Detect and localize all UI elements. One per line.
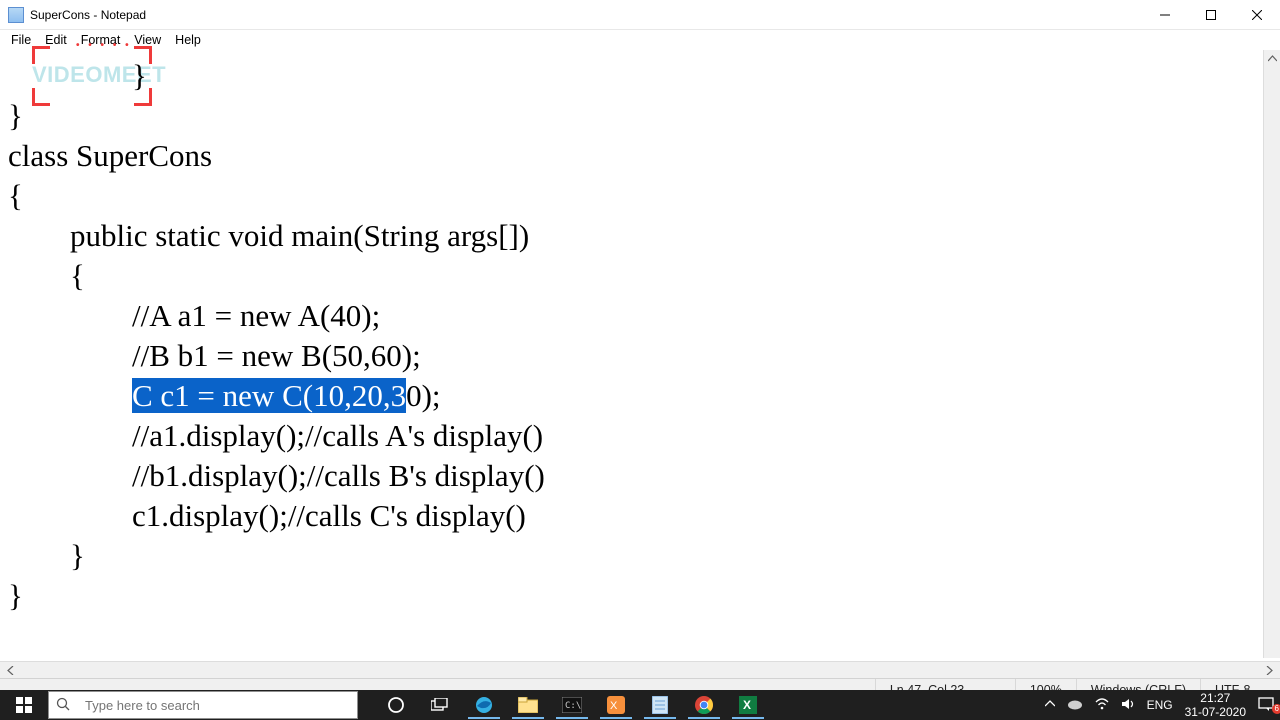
excel-app-icon[interactable]: X <box>726 690 770 720</box>
scroll-right-icon[interactable] <box>1261 663 1278 678</box>
tray-wifi-icon[interactable] <box>1089 698 1115 713</box>
scroll-left-icon[interactable] <box>2 663 19 678</box>
task-view-icon[interactable] <box>418 690 462 720</box>
terminal-app-icon[interactable]: C:\ <box>550 690 594 720</box>
menu-format[interactable]: Format <box>74 30 128 50</box>
system-tray: ENG 21:27 31-07-2020 6 <box>1039 690 1280 720</box>
menu-edit[interactable]: Edit <box>38 30 74 50</box>
search-input[interactable] <box>77 698 357 713</box>
edge-app-icon[interactable] <box>462 690 506 720</box>
maximize-button[interactable] <box>1188 0 1234 29</box>
tray-clock[interactable]: 21:27 31-07-2020 <box>1179 691 1252 719</box>
cortana-icon[interactable] <box>374 690 418 720</box>
notification-badge: 6 <box>1272 704 1280 714</box>
app-icon <box>8 7 24 23</box>
search-icon <box>49 697 77 714</box>
action-center-icon[interactable]: 6 <box>1252 697 1280 714</box>
taskbar: C:\ X X ENG 21:27 31-07-2020 6 <box>0 690 1280 720</box>
svg-text:C:\: C:\ <box>565 701 581 711</box>
tray-date: 31-07-2020 <box>1185 705 1246 719</box>
taskbar-apps: C:\ X X <box>374 690 770 720</box>
selection-highlight: C c1 = new C(10,20,3 <box>132 378 406 413</box>
svg-text:X: X <box>610 700 618 712</box>
close-button[interactable] <box>1234 0 1280 29</box>
notepad-app-icon[interactable] <box>638 690 682 720</box>
explorer-app-icon[interactable] <box>506 690 550 720</box>
window-title: SuperCons - Notepad <box>30 8 146 22</box>
tray-chevron-icon[interactable] <box>1039 698 1061 712</box>
minimize-button[interactable] <box>1142 0 1188 29</box>
horizontal-scrollbar[interactable] <box>0 661 1280 678</box>
tray-time: 21:27 <box>1185 691 1246 705</box>
text-editor[interactable]: } } class SuperCons { public static void… <box>0 50 1280 658</box>
windows-icon <box>16 697 32 713</box>
code-before-selection: } } class SuperCons { public static void… <box>8 58 529 413</box>
svg-text:X: X <box>743 698 751 712</box>
tray-volume-icon[interactable] <box>1115 698 1141 713</box>
start-button[interactable] <box>0 690 48 720</box>
taskbar-search[interactable] <box>48 691 358 719</box>
tray-onedrive-icon[interactable] <box>1061 698 1089 713</box>
code-after-selection: //a1.display();//calls A's display() //b… <box>8 418 545 613</box>
window-buttons <box>1142 0 1280 29</box>
selection-tail: 0); <box>406 378 440 413</box>
menubar: File Edit Format View Help <box>0 30 1280 50</box>
tray-language[interactable]: ENG <box>1141 698 1179 712</box>
xampp-app-icon[interactable]: X <box>594 690 638 720</box>
menu-help[interactable]: Help <box>168 30 208 50</box>
menu-file[interactable]: File <box>4 30 38 50</box>
chrome-app-icon[interactable] <box>682 690 726 720</box>
menu-view[interactable]: View <box>127 30 168 50</box>
titlebar: SuperCons - Notepad <box>0 0 1280 30</box>
